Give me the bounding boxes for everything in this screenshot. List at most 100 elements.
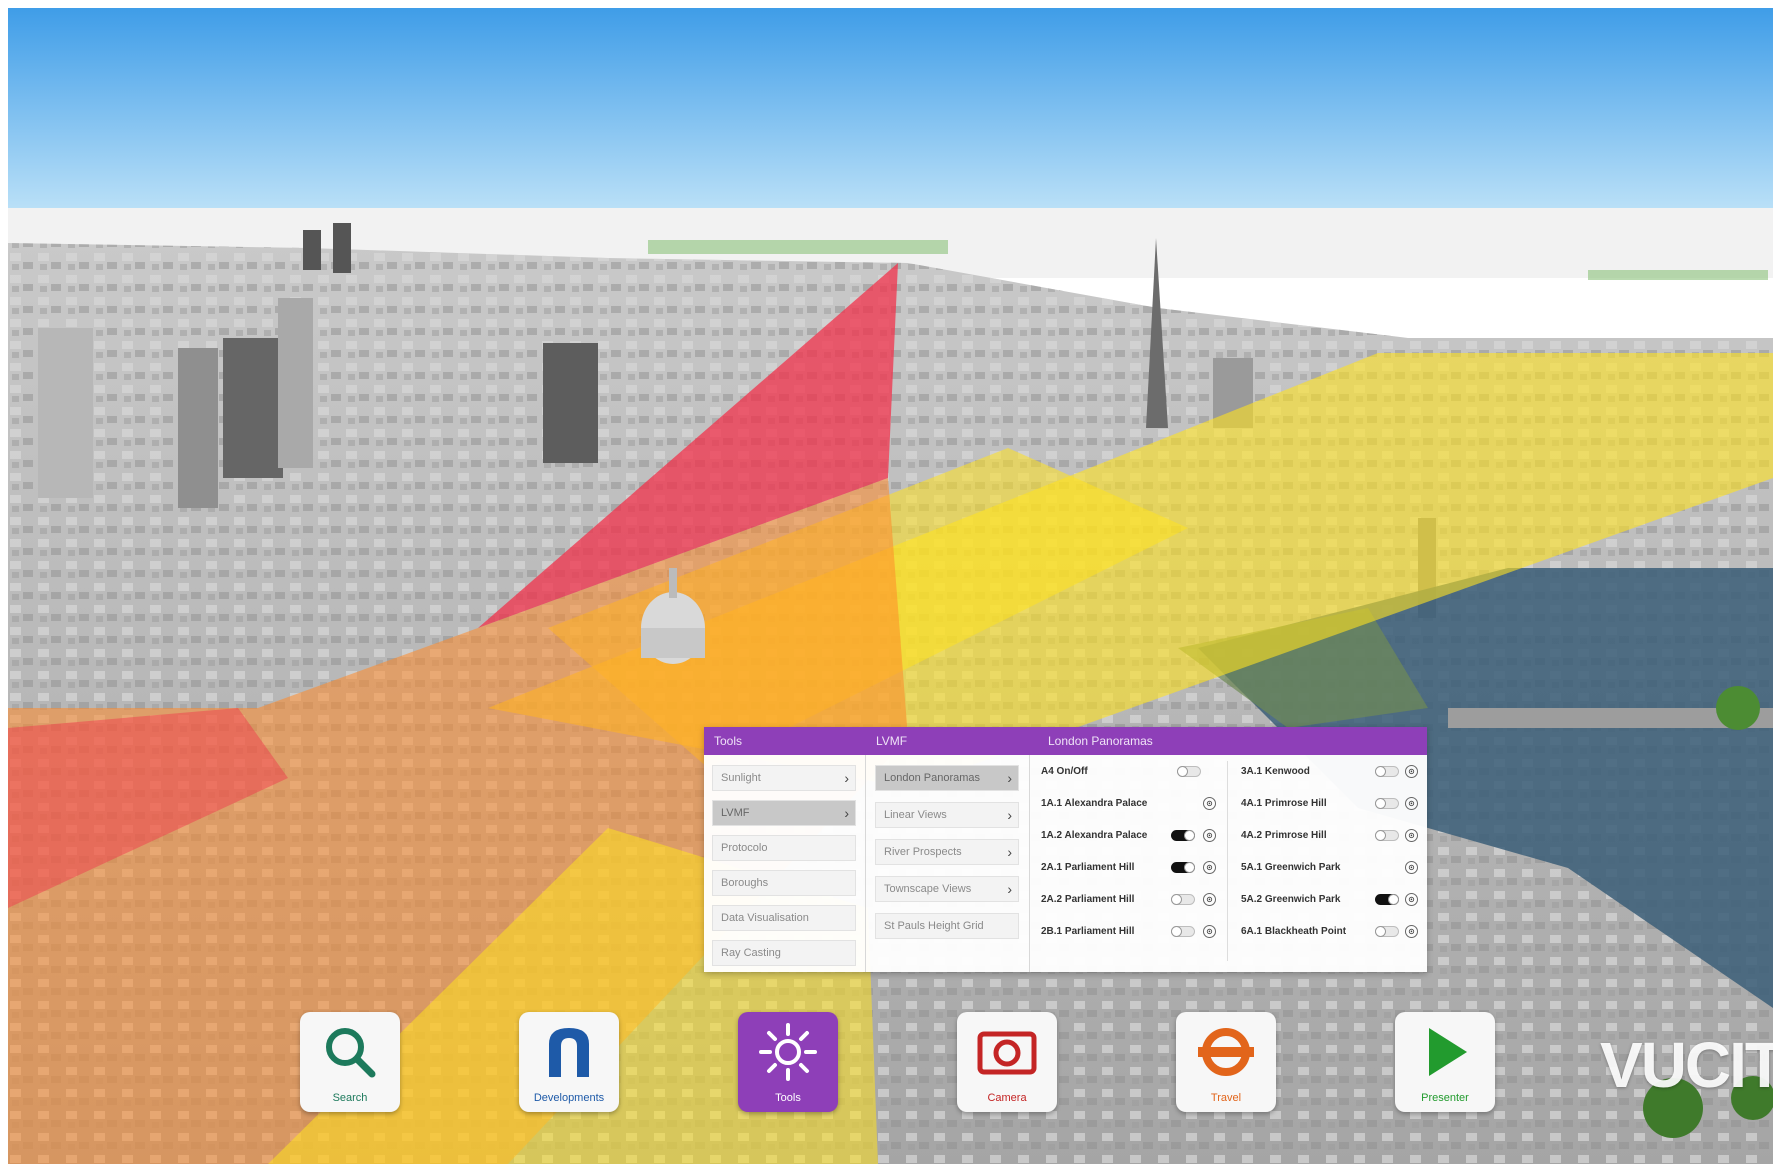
view-row-4a1: 4A.1 Primrose Hill ⊙	[1241, 791, 1421, 817]
view-row-2a2: 2A.2 Parliament Hill ⊙	[1041, 887, 1216, 913]
menu-item-label: London Panoramas	[884, 772, 981, 784]
tools-button[interactable]: Tools	[738, 1012, 838, 1112]
sky	[8, 8, 1773, 218]
panel-header: Tools LVMF London Panoramas	[704, 727, 1427, 755]
eye-icon[interactable]: ⊙	[1405, 797, 1418, 810]
view-name: 5A.1 Greenwich Park	[1241, 862, 1341, 873]
toggle-switch[interactable]	[1375, 830, 1399, 841]
menu-item-london-panoramas[interactable]: London Panoramas ›	[875, 765, 1019, 791]
menu-item-townscape-views[interactable]: Townscape Views ›	[875, 876, 1019, 902]
eye-icon[interactable]: ⊙	[1203, 797, 1216, 810]
view-name: 1A.1 Alexandra Palace	[1041, 798, 1148, 809]
travel-button[interactable]: Travel	[1176, 1012, 1276, 1112]
view-row-2b1: 2B.1 Parliament Hill ⊙	[1041, 919, 1216, 945]
menu-item-label: Linear Views	[884, 809, 947, 821]
menu-item-boroughs[interactable]: Boroughs	[712, 870, 856, 896]
menu-item-label: Sunlight	[721, 772, 761, 784]
view-name: 2A.2 Parliament Hill	[1041, 894, 1135, 905]
chevron-right-icon: ›	[1007, 881, 1012, 897]
city-3d-scene[interactable]	[8, 8, 1773, 1164]
menu-item-label: Townscape Views	[884, 883, 972, 895]
toggle-switch[interactable]	[1375, 766, 1399, 777]
menu-item-data-visualisation[interactable]: Data Visualisation	[712, 905, 856, 931]
view-name: 2A.1 Parliament Hill	[1041, 862, 1135, 873]
presenter-label: Presenter	[1421, 1092, 1469, 1104]
chevron-right-icon: ›	[844, 770, 849, 786]
menu-item-label: Protocolo	[721, 842, 768, 854]
lvmf-menu-column: London Panoramas › Linear Views › River …	[867, 755, 1030, 972]
camera-label: Camera	[987, 1092, 1027, 1104]
menu-item-label: River Prospects	[884, 846, 962, 858]
view-name: 1A.2 Alexandra Palace	[1041, 830, 1148, 841]
tools-panel: Tools LVMF London Panoramas Sunlight › L…	[704, 727, 1427, 972]
view-row-2a1: 2A.1 Parliament Hill ⊙	[1041, 855, 1216, 881]
view-row-6a1: 6A.1 Blackheath Point ⊙	[1241, 919, 1421, 945]
toggle-switch[interactable]	[1375, 894, 1399, 905]
magnifier-icon	[326, 1028, 376, 1078]
menu-item-label: Data Visualisation	[721, 912, 809, 924]
search-label: Search	[332, 1092, 368, 1104]
eye-icon[interactable]: ⊙	[1405, 925, 1418, 938]
camera-button[interactable]: Camera	[957, 1012, 1057, 1112]
london-panoramas-column: A4 On/Off 1A.1 Alexandra Palace ⊙ 1A.2 A…	[1031, 755, 1427, 972]
view-name: 6A.1 Blackheath Point	[1241, 926, 1347, 937]
camera-icon	[977, 1031, 1037, 1075]
toggle-switch[interactable]	[1171, 926, 1195, 937]
arch-icon	[549, 1028, 589, 1077]
column-divider	[1227, 761, 1228, 961]
brand-logo: VUCIT	[1600, 1029, 1773, 1101]
view-name: 4A.2 Primrose Hill	[1241, 830, 1327, 841]
chevron-right-icon: ›	[1007, 844, 1012, 860]
view-row-1a2: 1A.2 Alexandra Palace ⊙	[1041, 823, 1216, 849]
menu-item-label: Ray Casting	[721, 947, 781, 959]
header-london-panoramas: London Panoramas	[1048, 734, 1153, 748]
eye-icon[interactable]: ⊙	[1203, 829, 1216, 842]
menu-item-st-pauls-height-grid[interactable]: St Pauls Height Grid	[875, 913, 1019, 939]
roundel-icon	[1198, 1028, 1254, 1076]
travel-label: Travel	[1210, 1092, 1242, 1104]
view-name: 5A.2 Greenwich Park	[1241, 894, 1341, 905]
viewport-frame: Tools LVMF London Panoramas Sunlight › L…	[8, 8, 1773, 1164]
presenter-button[interactable]: Presenter	[1395, 1012, 1495, 1112]
view-name: A4 On/Off	[1041, 766, 1088, 777]
view-name: 2B.1 Parliament Hill	[1041, 926, 1135, 937]
eye-icon[interactable]: ⊙	[1203, 893, 1216, 906]
menu-item-lvmf[interactable]: LVMF ›	[712, 800, 856, 826]
developments-label: Developments	[533, 1092, 605, 1104]
sun-icon	[759, 1023, 817, 1081]
eye-icon[interactable]: ⊙	[1203, 861, 1216, 874]
toggle-switch[interactable]	[1171, 862, 1195, 873]
search-button[interactable]: Search	[300, 1012, 400, 1112]
header-tools: Tools	[714, 734, 743, 748]
chevron-right-icon: ›	[844, 805, 849, 821]
view-row-3a1: 3A.1 Kenwood ⊙	[1241, 759, 1421, 785]
developments-button[interactable]: Developments	[519, 1012, 619, 1112]
menu-item-label: Boroughs	[721, 877, 769, 889]
tools-menu-column: Sunlight › LVMF › Protocolo Boroughs Dat…	[704, 755, 866, 972]
eye-icon[interactable]: ⊙	[1405, 765, 1418, 778]
view-row-4a2: 4A.2 Primrose Hill ⊙	[1241, 823, 1421, 849]
toggle-switch[interactable]	[1375, 798, 1399, 809]
eye-icon[interactable]: ⊙	[1405, 893, 1418, 906]
menu-item-label: LVMF	[721, 807, 750, 819]
view-name: 3A.1 Kenwood	[1241, 766, 1310, 777]
menu-item-river-prospects[interactable]: River Prospects ›	[875, 839, 1019, 865]
menu-item-linear-views[interactable]: Linear Views ›	[875, 802, 1019, 828]
view-row-1a1: 1A.1 Alexandra Palace ⊙	[1041, 791, 1216, 817]
eye-icon[interactable]: ⊙	[1405, 829, 1418, 842]
chevron-right-icon: ›	[1007, 770, 1012, 786]
view-row-a4: A4 On/Off	[1041, 759, 1216, 785]
menu-item-ray-casting[interactable]: Ray Casting	[712, 940, 856, 966]
toggle-switch[interactable]	[1375, 926, 1399, 937]
menu-item-sunlight[interactable]: Sunlight ›	[712, 765, 856, 791]
menu-item-label: St Pauls Height Grid	[884, 920, 984, 932]
menu-item-protocolo[interactable]: Protocolo	[712, 835, 856, 861]
toggle-switch[interactable]	[1171, 830, 1195, 841]
view-row-5a2: 5A.2 Greenwich Park ⊙	[1241, 887, 1421, 913]
view-name: 4A.1 Primrose Hill	[1241, 798, 1327, 809]
toggle-switch[interactable]	[1171, 894, 1195, 905]
eye-icon[interactable]: ⊙	[1405, 861, 1418, 874]
toggle-switch[interactable]	[1177, 766, 1201, 777]
view-row-5a1: 5A.1 Greenwich Park ⊙	[1241, 855, 1421, 881]
eye-icon[interactable]: ⊙	[1203, 925, 1216, 938]
